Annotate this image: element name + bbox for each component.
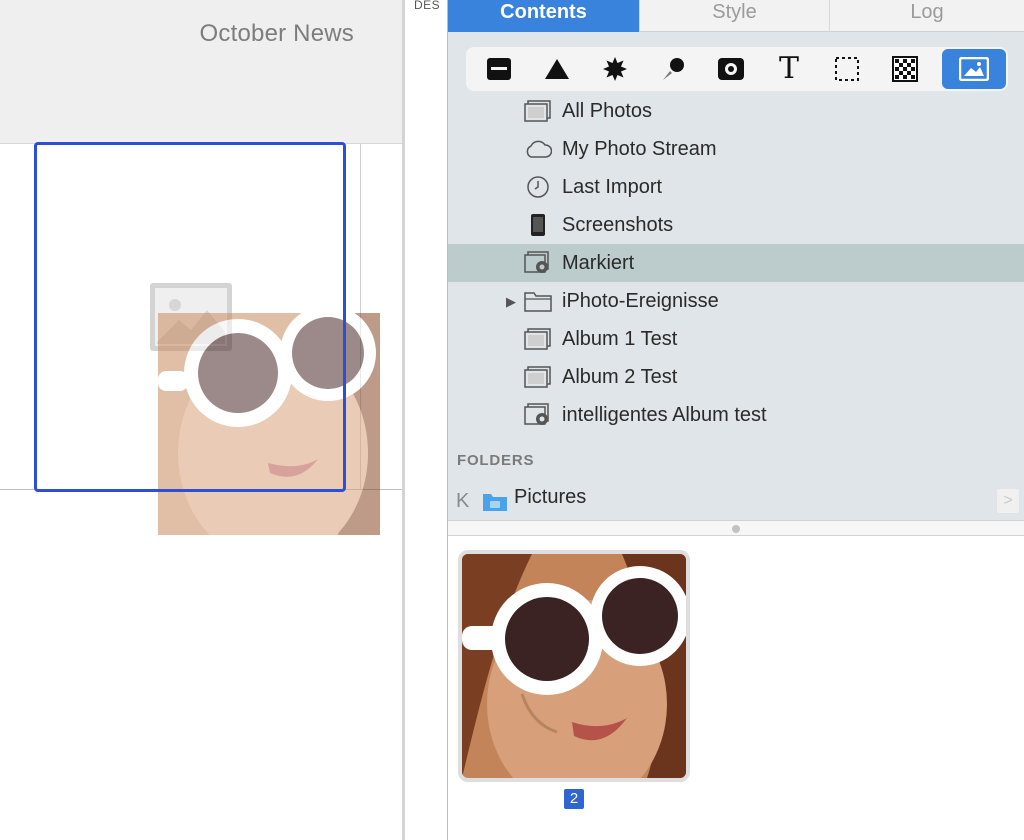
- album-icon: [524, 327, 552, 351]
- media-browser: T All Photos My Photo Stream Last Import…: [448, 32, 1024, 520]
- album-icon: [524, 99, 552, 123]
- source-item-last-import[interactable]: Last Import: [448, 168, 1024, 206]
- album-icon: [524, 365, 552, 389]
- text-icon[interactable]: T: [760, 47, 818, 91]
- layout-icon[interactable]: [470, 47, 528, 91]
- element-toolbar: T: [466, 47, 1008, 91]
- brush-icon[interactable]: [644, 47, 702, 91]
- cloud-icon: [524, 137, 552, 161]
- clock-icon: [524, 175, 552, 199]
- source-item-intelligentes-album-test[interactable]: intelligentes Album test: [448, 396, 1024, 434]
- source-item-iphoto-ereignisse[interactable]: ▶ iPhoto-Ereignisse: [448, 282, 1024, 320]
- folder-path-item[interactable]: Pictures: [514, 486, 586, 509]
- smart-album-icon: [524, 251, 552, 275]
- source-item-my-photo-stream[interactable]: My Photo Stream: [448, 130, 1024, 168]
- side-strip: DES: [405, 0, 448, 840]
- selection-icon[interactable]: [818, 47, 876, 91]
- thumbnail-grid: 2: [448, 536, 1024, 840]
- source-item-label: Album 2 Test: [562, 365, 678, 388]
- inspector-panel: Contents Style Log T All Photos My Photo…: [448, 0, 1024, 840]
- disclosure-triangle-icon[interactable]: ▶: [506, 294, 516, 310]
- page-header-band: October News: [0, 0, 405, 144]
- smart-album-icon: [524, 403, 552, 427]
- source-item-screenshots[interactable]: Screenshots: [448, 206, 1024, 244]
- source-item-album-1-test[interactable]: Album 1 Test: [448, 320, 1024, 358]
- tab-style[interactable]: Style: [640, 0, 830, 32]
- source-item-label: iPhoto-Ereignisse: [562, 289, 719, 312]
- path-forward-icon[interactable]: >: [996, 488, 1020, 514]
- side-strip-label: DES: [414, 0, 441, 12]
- source-item-label: Last Import: [562, 175, 663, 198]
- source-item-label: My Photo Stream: [562, 137, 717, 160]
- source-item-label: intelligentes Album test: [562, 403, 767, 426]
- thumbnail-badge: 2: [564, 789, 584, 809]
- source-item-label: All Photos: [562, 99, 653, 122]
- blue-folder-icon: [482, 490, 508, 517]
- source-item-label: Markiert: [562, 251, 635, 274]
- folder-path-bar: K Pictures >: [448, 484, 1024, 516]
- image-icon[interactable]: [942, 49, 1006, 89]
- selected-image-frame[interactable]: [34, 142, 346, 492]
- splitter-handle-icon[interactable]: [732, 525, 740, 533]
- photo-source-list: All Photos My Photo Stream Last Import S…: [448, 92, 1024, 434]
- split-view-divider[interactable]: [448, 520, 1024, 536]
- photo-thumbnail[interactable]: [458, 550, 690, 782]
- pattern-icon[interactable]: [876, 47, 934, 91]
- starburst-icon[interactable]: [586, 47, 644, 91]
- document-title[interactable]: October News: [200, 20, 354, 48]
- folders-heading: FOLDERS: [457, 452, 535, 469]
- tab-bar: Contents Style Log: [448, 0, 1024, 32]
- phone-icon: [524, 213, 552, 237]
- source-item-all-photos[interactable]: All Photos: [448, 92, 1024, 130]
- photo-icon[interactable]: [702, 47, 760, 91]
- path-back-icon[interactable]: K: [456, 490, 469, 513]
- source-item-label: Album 1 Test: [562, 327, 678, 350]
- tab-log[interactable]: Log: [830, 0, 1024, 32]
- source-item-markiert[interactable]: Markiert: [448, 244, 1024, 282]
- source-item-label: Screenshots: [562, 213, 674, 236]
- layout-canvas[interactable]: October News: [0, 0, 405, 840]
- tab-contents[interactable]: Contents: [448, 0, 640, 32]
- source-item-album-2-test[interactable]: Album 2 Test: [448, 358, 1024, 396]
- triangle-icon[interactable]: [528, 47, 586, 91]
- folder-icon: [524, 289, 552, 313]
